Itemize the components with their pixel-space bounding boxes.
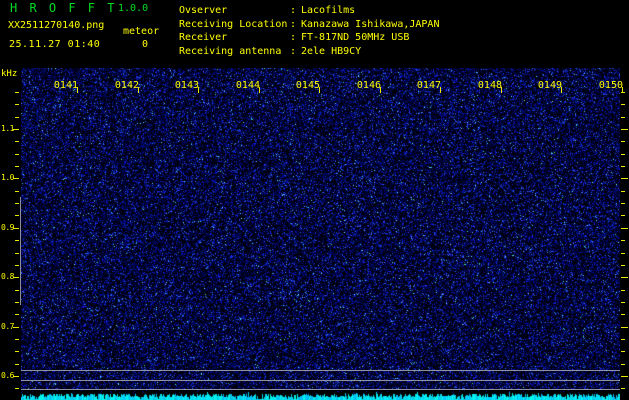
- hrofft-window: H R O F F T 1.0.0 XX2511270140.png meteo…: [0, 0, 629, 400]
- freq-minor-tick-right: [621, 191, 625, 192]
- time-tick-label: 0147: [415, 80, 441, 91]
- observation-mode: meteor: [123, 26, 159, 37]
- freq-minor-tick-right: [621, 240, 625, 241]
- station-label: Ovserver: [179, 4, 289, 18]
- time-tick-label: 0145: [294, 80, 320, 91]
- freq-minor-tick-right: [621, 154, 625, 155]
- echo-count: 0: [142, 39, 148, 50]
- station-separator: :: [289, 4, 297, 18]
- freq-minor-tick-left: [15, 314, 19, 315]
- time-tick-label: 0144: [234, 80, 260, 91]
- freq-minor-tick-left: [15, 104, 19, 105]
- station-label: Receiving Location: [179, 18, 289, 32]
- station-info: Ovserver: Lacofilms Receiving Location: Ka…: [179, 4, 439, 59]
- freq-minor-tick-left: [15, 141, 19, 142]
- freq-major-tick-right: [621, 228, 628, 229]
- freq-major-tick-right: [621, 129, 628, 130]
- freq-minor-tick-left: [15, 253, 19, 254]
- freq-minor-tick-right: [621, 339, 625, 340]
- baseline-grid-line: [21, 380, 620, 381]
- freq-major-tick-right: [621, 277, 628, 278]
- station-separator: :: [289, 31, 297, 45]
- freq-tick-label: 1.0: [0, 173, 14, 182]
- freq-minor-tick-left: [15, 191, 19, 192]
- freq-minor-tick-right: [621, 104, 625, 105]
- freq-minor-tick-right: [621, 215, 625, 216]
- time-tick-label: 0143: [173, 80, 199, 91]
- freq-minor-tick-right: [621, 203, 625, 204]
- app-version: 1.0.0: [118, 3, 148, 14]
- freq-minor-tick-left: [15, 290, 19, 291]
- baseline-grid-line: [21, 389, 620, 390]
- station-row-observer: Ovserver: Lacofilms: [179, 4, 439, 18]
- freq-minor-tick-left: [15, 203, 19, 204]
- freq-minor-tick-right: [621, 351, 625, 352]
- freq-minor-tick-left: [15, 240, 19, 241]
- freq-tick-label: 0.9: [0, 223, 14, 232]
- freq-minor-tick-left: [15, 117, 19, 118]
- freq-minor-tick-left: [15, 154, 19, 155]
- time-tick-label: 0142: [113, 80, 139, 91]
- freq-minor-tick-left: [15, 302, 19, 303]
- baseline-grid-line: [21, 370, 620, 371]
- freq-major-tick-right: [621, 178, 628, 179]
- freq-minor-tick-right: [621, 117, 625, 118]
- freq-minor-tick-left: [15, 92, 19, 93]
- freq-minor-tick-right: [621, 364, 625, 365]
- time-tick-label: 0141: [52, 80, 78, 91]
- freq-minor-tick-right: [621, 265, 625, 266]
- freq-minor-tick-left: [15, 265, 19, 266]
- station-value: 2ele HB9CY: [297, 45, 439, 59]
- signal-level-strip: [21, 390, 620, 400]
- freq-minor-tick-right: [621, 388, 625, 389]
- freq-tick-label: 0.7: [0, 322, 14, 331]
- station-row-antenna: Receiving antenna:2ele HB9CY: [179, 45, 439, 59]
- freq-major-tick-right: [621, 376, 628, 377]
- station-row-location: Receiving Location: Kanazawa Ishikawa,JAP…: [179, 18, 439, 32]
- station-separator: :: [289, 18, 297, 32]
- time-tick-label: 0149: [536, 80, 562, 91]
- freq-tick-label: 1.1: [0, 124, 14, 133]
- freq-major-tick-right: [621, 327, 628, 328]
- freq-minor-tick-left: [15, 215, 19, 216]
- freq-tick-label: 0.6: [0, 371, 14, 380]
- station-row-receiver: Receiver: FT-817ND 50MHz USB: [179, 31, 439, 45]
- freq-minor-tick-left: [15, 388, 19, 389]
- spectrogram-canvas: [21, 68, 620, 390]
- freq-minor-tick-right: [621, 290, 625, 291]
- station-value: Lacofilms: [297, 4, 439, 18]
- time-tick-label: 0148: [476, 80, 502, 91]
- station-value: Kanazawa Ishikawa,JAPAN: [297, 18, 439, 32]
- freq-minor-tick-right: [621, 253, 625, 254]
- freq-minor-tick-left: [15, 351, 19, 352]
- output-filename: XX2511270140.png: [8, 20, 104, 31]
- station-label: Receiver: [179, 31, 289, 45]
- freq-minor-tick-right: [621, 166, 625, 167]
- freq-minor-tick-right: [621, 141, 625, 142]
- freq-tick-label: 0.8: [0, 272, 14, 281]
- timestamp: 25.11.27 01:40: [9, 39, 100, 50]
- detection-band-marker: [20, 197, 21, 305]
- time-tick-label: 0150: [597, 80, 623, 91]
- station-separator: :: [289, 45, 297, 59]
- freq-minor-tick-right: [621, 314, 625, 315]
- freq-minor-tick-left: [15, 364, 19, 365]
- app-title: H R O F F T: [10, 1, 117, 15]
- station-label: Receiving antenna: [179, 45, 289, 59]
- station-value: FT-817ND 50MHz USB: [297, 31, 439, 45]
- freq-unit-label: kHz: [1, 69, 17, 79]
- freq-minor-tick-left: [15, 339, 19, 340]
- freq-minor-tick-right: [621, 302, 625, 303]
- freq-minor-tick-left: [15, 166, 19, 167]
- time-tick-label: 0146: [355, 80, 381, 91]
